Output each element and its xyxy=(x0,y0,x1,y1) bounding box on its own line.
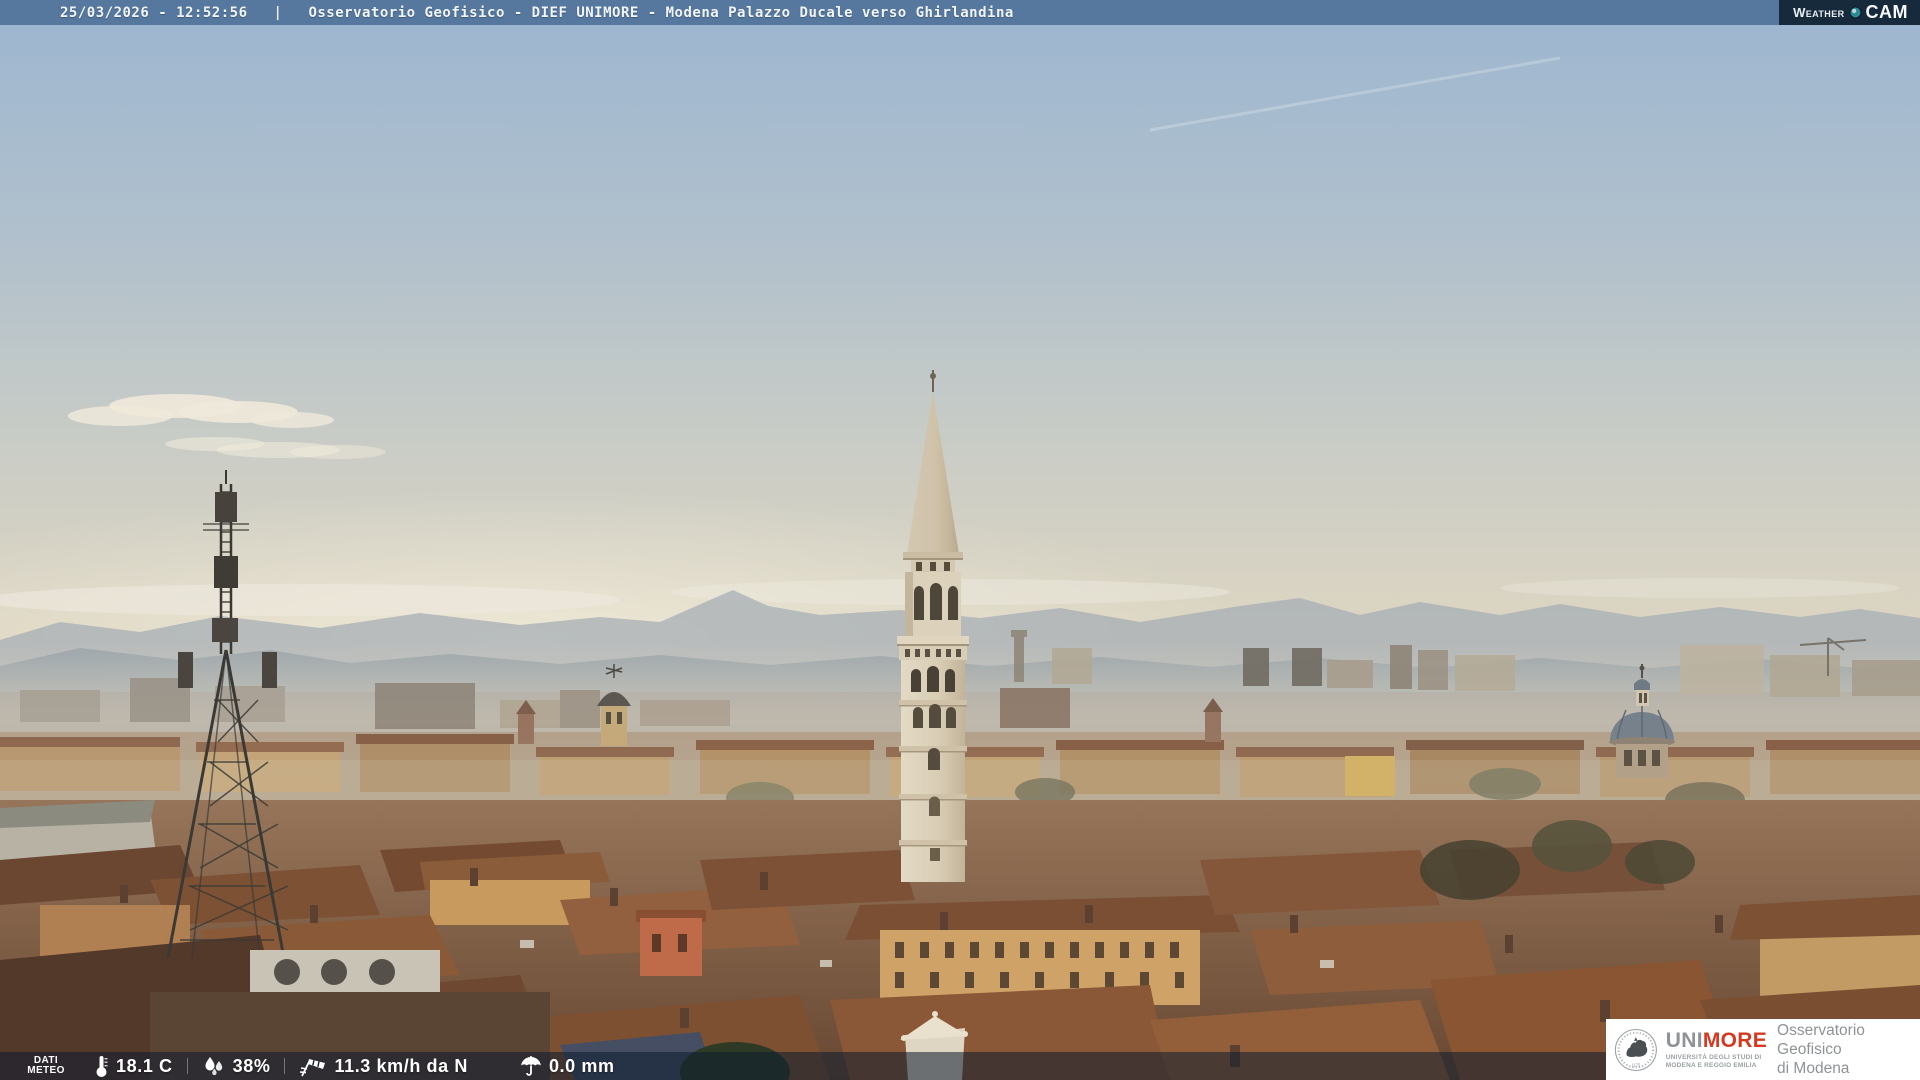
observatory-name: Osservatorio Geofisico di Modena xyxy=(1777,1022,1865,1077)
brand-uni: UNI xyxy=(1665,1029,1703,1052)
svg-text:1175: 1175 xyxy=(1631,1062,1641,1067)
unimore-logo[interactable]: 1175 UNIMORE UNIVERSITÀ DEGLI STUDI DI M… xyxy=(1606,1019,1920,1080)
umbrella-icon xyxy=(520,1055,542,1077)
divider xyxy=(186,1058,188,1074)
wind-icon xyxy=(299,1054,327,1078)
precipitation-value: 0.0 mm xyxy=(548,1055,615,1076)
brand-more: MORE xyxy=(1702,1029,1768,1052)
header-bar: 25/03/2026 - 12:52:56 | Osservatorio Geo… xyxy=(0,0,1920,25)
divider xyxy=(284,1058,286,1074)
humidity-metric: 38% xyxy=(202,1055,271,1077)
unimore-wordmark: UNIMORE UNIVERSITÀ DEGLI STUDI DI MODENA… xyxy=(1666,1030,1767,1069)
precipitation-metric: 0.0 mm xyxy=(520,1055,615,1077)
wind-metric: 11.3 km/h da N xyxy=(299,1054,467,1078)
header-separator: | xyxy=(273,4,283,21)
university-subtitle-line1: UNIVERSITÀ DEGLI STUDI DI xyxy=(1665,1054,1762,1061)
unimore-seal-icon: 1175 xyxy=(1614,1028,1657,1071)
humidity-icon xyxy=(202,1055,226,1077)
temperature-value: 18.1 C xyxy=(116,1055,173,1076)
webcam-page: 25/03/2026 - 12:52:56 | Osservatorio Geo… xyxy=(0,0,1920,1080)
humidity-value: 38% xyxy=(232,1055,271,1076)
webcam-photo xyxy=(0,0,1920,1080)
wind-value: 11.3 km/h da N xyxy=(334,1055,468,1076)
dati-meteo-label: DATI METEO xyxy=(27,1055,65,1076)
page-title: Osservatorio Geofisico - DIEF UNIMORE - … xyxy=(308,4,1014,21)
camera-lens-icon xyxy=(1848,6,1862,19)
salmon-penthouse xyxy=(636,910,706,976)
weathercam-logo[interactable]: Weather CAM xyxy=(1779,0,1920,25)
timestamp: 25/03/2026 - 12:52:56 xyxy=(60,4,248,21)
weathercam-word-weather: Weather xyxy=(1793,5,1845,20)
palazzo-facade xyxy=(845,895,1240,1005)
temperature-metric: 18.1 C xyxy=(94,1054,173,1078)
rooftop-ac-units xyxy=(250,950,440,995)
thermometer-icon xyxy=(94,1054,109,1078)
weathercam-word-cam: CAM xyxy=(1865,2,1908,22)
university-subtitle-line2: MODENA E REGGIO EMILIA xyxy=(1665,1061,1757,1069)
